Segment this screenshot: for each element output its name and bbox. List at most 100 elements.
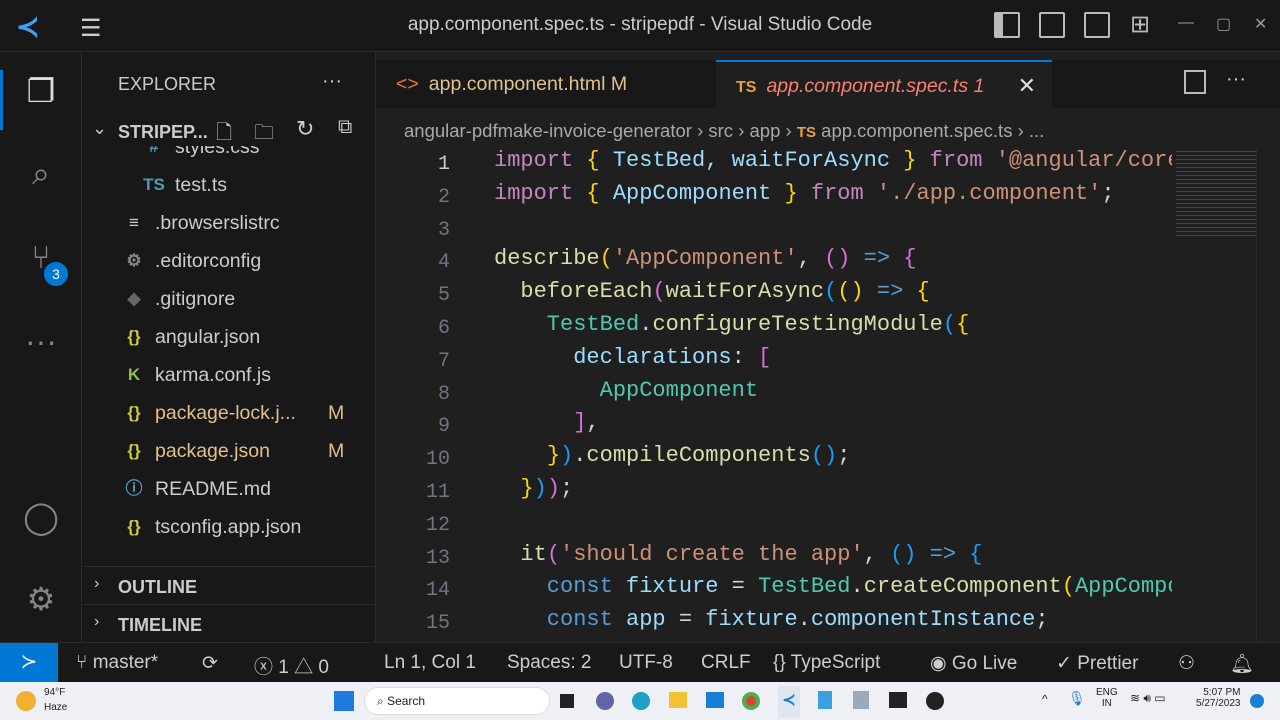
explorer-more-icon[interactable]: ··· — [322, 70, 342, 93]
language-mode[interactable]: {} TypeScript — [773, 652, 880, 674]
code-line[interactable]: import { AppComponent } from './app.comp… — [494, 181, 1115, 206]
prettier-button[interactable]: ✓ Prettier — [1056, 652, 1138, 675]
file-item[interactable]: ⚙ .editorconfig — [82, 242, 375, 280]
teams-icon[interactable] — [596, 692, 614, 710]
folder-header[interactable]: ⌄ STRIPEP... 🗋 🗀 ↻ ⧉ — [82, 116, 375, 146]
close-window-button[interactable]: ✕ — [1254, 14, 1267, 34]
breadcrumb-item[interactable]: app — [750, 120, 781, 141]
git-branch[interactable]: ⑂ master* — [76, 652, 158, 674]
minimap[interactable] — [1176, 148, 1256, 238]
vertical-scrollbar[interactable] — [1256, 148, 1270, 642]
file-explorer-icon[interactable] — [669, 692, 687, 708]
file-item[interactable]: ≡ .browserslistrc — [82, 204, 375, 242]
file-type-icon: {} — [127, 517, 141, 536]
code-line[interactable]: ], — [494, 410, 599, 435]
account-icon[interactable]: ◯ — [18, 494, 64, 540]
error-count: 1 — [278, 657, 289, 678]
line-ending[interactable]: CRLF — [701, 652, 751, 674]
code-line[interactable]: it('should create the app', () => { — [494, 542, 982, 567]
file-item[interactable]: ◆ .gitignore — [82, 280, 375, 318]
code-line[interactable]: const fixture = TestBed.createComponent(… — [494, 574, 1172, 599]
editor-more-icon[interactable]: ··· — [1226, 68, 1246, 91]
customize-layout-icon[interactable]: ⊞ — [1130, 10, 1150, 39]
file-item[interactable]: ⓘ README.md — [82, 470, 375, 508]
cursor-position[interactable]: Ln 1, Col 1 — [384, 652, 476, 674]
code-line[interactable]: import { TestBed, waitForAsync } from '@… — [494, 148, 1172, 173]
code-line[interactable]: const app = fixture.componentInstance; — [494, 607, 1049, 632]
search-placeholder: Search — [387, 694, 426, 708]
obs-icon[interactable] — [926, 692, 944, 710]
file-item[interactable]: {} package.json M — [82, 432, 375, 470]
task-view-icon[interactable] — [560, 694, 574, 708]
refresh-icon[interactable]: ↻ — [296, 116, 314, 142]
code-line[interactable]: }).compileComponents(); — [494, 443, 851, 468]
split-editor-icon[interactable] — [1184, 70, 1206, 94]
document-app-icon[interactable] — [853, 691, 869, 709]
toggle-panel-icon[interactable] — [1039, 12, 1065, 38]
tab-app-component-spec-ts[interactable]: TS app.component.spec.ts 1 ✕ — [716, 60, 1052, 108]
terminal-icon[interactable] — [889, 692, 907, 708]
clock[interactable]: 5:07 PM 5/27/2023 — [1196, 687, 1241, 709]
more-icon[interactable]: ··· — [18, 318, 64, 364]
breadcrumb-item[interactable]: app.component.spec.ts — [821, 120, 1012, 141]
chrome-icon[interactable] — [742, 692, 760, 710]
minimize-button[interactable]: — — [1178, 14, 1194, 32]
weather-temp[interactable]: 94°F — [44, 687, 65, 698]
search-icon[interactable]: ⌕ — [18, 150, 64, 196]
code-line[interactable]: describe('AppComponent', () => { — [494, 246, 917, 271]
tab-app-component-html[interactable]: <> app.component.html M — [376, 60, 716, 108]
collapse-all-icon[interactable]: ⧉ — [338, 116, 352, 139]
mail-icon[interactable] — [706, 692, 724, 708]
problems-indicator[interactable]: ⓧ 1 △ 0 — [254, 652, 329, 679]
close-tab-icon[interactable]: ✕ — [1018, 62, 1036, 110]
indentation[interactable]: Spaces: 2 — [507, 652, 592, 674]
file-item[interactable]: {} package-lock.j... M — [82, 394, 375, 432]
file-item[interactable]: # styles.css — [82, 146, 375, 166]
edge-icon[interactable] — [632, 692, 650, 710]
feedback-icon[interactable]: ⚇ — [1178, 652, 1195, 675]
weather-desc[interactable]: Haze — [44, 702, 67, 713]
encoding[interactable]: UTF-8 — [619, 652, 673, 674]
code-line[interactable]: })); — [494, 476, 573, 501]
sync-icon[interactable]: ⟳ — [202, 652, 218, 675]
code-token: AppComponent — [1074, 574, 1172, 600]
notepad-icon[interactable] — [818, 691, 832, 709]
file-item[interactable]: Kkarma.conf.js — [82, 356, 375, 394]
code-line[interactable]: AppComponent — [494, 378, 758, 403]
code-token: waitForAsync — [665, 279, 825, 305]
file-type-icon: {} — [127, 327, 141, 346]
go-live-button[interactable]: ◉ Go Live — [930, 652, 1017, 675]
tray-chevron-icon[interactable]: ^ — [1042, 692, 1048, 706]
notification-badge[interactable] — [1250, 694, 1264, 708]
line-number: 10 — [425, 448, 450, 472]
code-line[interactable]: beforeEach(waitForAsync(() => { — [494, 279, 929, 305]
file-item[interactable]: TS test.ts — [82, 166, 375, 204]
code-editor[interactable]: 1 import { TestBed, waitForAsync } from '… — [376, 148, 1172, 642]
network-volume-battery-icons[interactable]: ≋ 🔊︎ ▭ — [1130, 691, 1166, 706]
outline-section[interactable]: › OUTLINE — [82, 566, 375, 604]
breadcrumb-item[interactable]: ... — [1029, 120, 1044, 141]
code-token: AppComponent — [494, 377, 759, 403]
remote-indicator[interactable]: ≻ — [0, 643, 58, 683]
file-item[interactable]: {} angular.json — [82, 318, 375, 356]
code-token: fixture — [705, 607, 798, 633]
start-button[interactable] — [334, 691, 354, 711]
microphone-icon[interactable]: 🎙︎ — [1068, 690, 1086, 707]
file-item[interactable]: {} tsconfig.app.json — [82, 508, 375, 546]
breadcrumb-item[interactable]: angular-pdfmake-invoice-generator — [404, 120, 692, 141]
taskbar-search[interactable]: ⌕ Search — [364, 687, 550, 715]
toggle-primary-sidebar-icon[interactable] — [994, 12, 1020, 38]
breadcrumb-item[interactable]: src — [708, 120, 733, 141]
code-line[interactable]: declarations: [ — [494, 345, 771, 370]
code-line[interactable]: TestBed.configureTestingModule({ — [494, 312, 970, 337]
explorer-icon[interactable]: ❐ — [18, 68, 64, 114]
input-language[interactable]: ENG IN — [1096, 687, 1118, 709]
settings-gear-icon[interactable]: ⚙ — [18, 576, 64, 622]
toggle-secondary-sidebar-icon[interactable] — [1084, 12, 1110, 38]
vscode-taskbar-icon[interactable]: ≺ — [778, 686, 800, 718]
weather-icon[interactable] — [16, 691, 36, 711]
maximize-button[interactable]: ▢ — [1216, 14, 1231, 34]
notifications-bell-icon[interactable]: 🔔︎ — [1230, 652, 1254, 676]
timeline-section[interactable]: › TIMELINE — [82, 604, 375, 642]
